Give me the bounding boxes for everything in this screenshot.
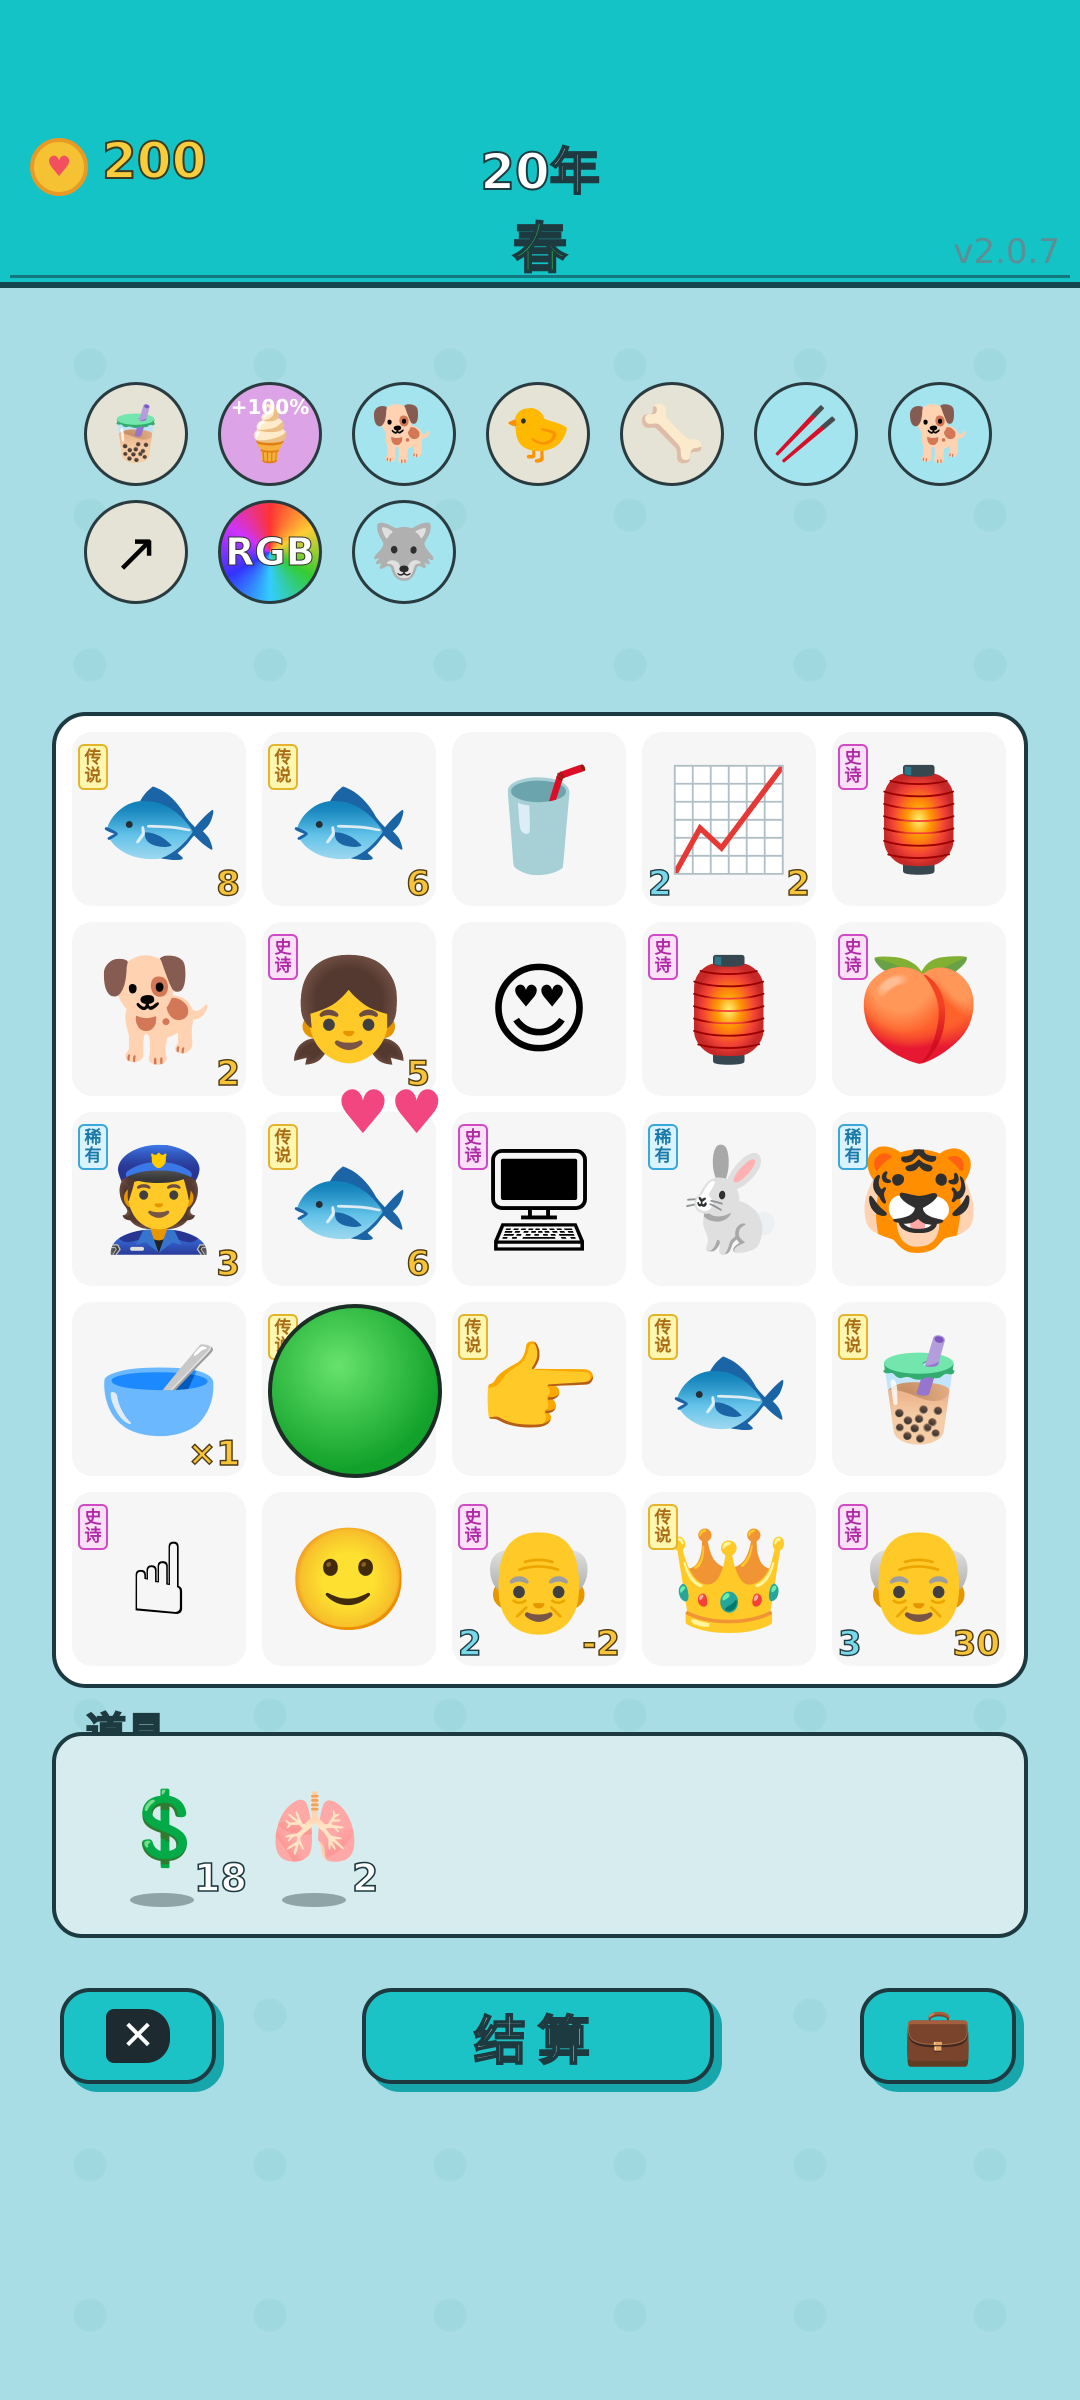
rarity-tag: 传说 — [648, 1504, 678, 1550]
board-slot[interactable]: 👉 传说 — [452, 1302, 626, 1476]
turn-counter: 3 — [837, 1623, 862, 1664]
rarity-tag: 史诗 — [268, 934, 298, 980]
board-slot[interactable]: 🐟 传说 — [642, 1302, 816, 1476]
liver-icon[interactable]: 🫁 — [270, 1786, 360, 1871]
turn-counter: 2 — [457, 1623, 482, 1664]
settle-button[interactable]: 结算 — [362, 1988, 714, 2084]
upgrade-arrow-icon[interactable]: ↗ — [84, 500, 188, 604]
board-slot[interactable]: 🏮 史诗 — [832, 732, 1006, 906]
rarity-tag: 史诗 — [648, 934, 678, 980]
board-slot[interactable]: 🍑 史诗 — [832, 922, 1006, 1096]
rarity-tag: 传说 — [268, 1124, 298, 1170]
top-bar: ♥ 200 20年 春 v2.0.7 — [0, 0, 1080, 288]
rarity-tag: 传说 — [648, 1314, 678, 1360]
rarity-tag: 史诗 — [78, 1504, 108, 1550]
board-slot[interactable]: 🖥 史诗 — [452, 1112, 626, 1286]
value-counter: 6 — [406, 863, 431, 904]
board-slot[interactable]: 🧋 传说 — [832, 1302, 1006, 1476]
crossed-sticks-icon[interactable]: 🥢 — [754, 382, 858, 486]
rarity-tag: 史诗 — [458, 1504, 488, 1550]
bubble-tea-icon[interactable]: 🧋 — [84, 382, 188, 486]
bubble-tea-boost-icon[interactable]: 🍦 +100% — [218, 382, 322, 486]
backpack-button[interactable]: 💼 — [860, 1988, 1016, 2084]
board-slot[interactable]: 🐟 传说 8 — [72, 732, 246, 906]
item-count: 2 — [351, 1855, 379, 1901]
season-label: 春 — [512, 216, 568, 281]
value-counter: 30 — [952, 1623, 1001, 1664]
rarity-tag: 稀有 — [838, 1124, 868, 1170]
soda-cup-icon: 🥤 — [476, 761, 602, 878]
rarity-tag: 传说 — [78, 744, 108, 790]
close-icon: ✕ — [106, 2009, 170, 2063]
item-shadow — [282, 1893, 346, 1907]
board-slot[interactable]: 👧 史诗 5 — [262, 922, 436, 1096]
plain-man-icon: 🙂 — [286, 1521, 412, 1638]
briefcase-icon: 💼 — [903, 2004, 973, 2069]
board-slot[interactable]: 🐇 稀有 — [642, 1112, 816, 1286]
rarity-tag: 史诗 — [838, 934, 868, 980]
cool-dog-icon[interactable]: 🐕 — [352, 382, 456, 486]
settle-label: 结算 — [473, 2011, 602, 2073]
board-slot[interactable]: 📈 2 2 — [642, 732, 816, 906]
watermelon-effect — [268, 1304, 442, 1478]
board-slot[interactable]: ☝ 史诗 — [72, 1492, 246, 1666]
item-shadow — [130, 1893, 194, 1907]
value-counter: 6 — [406, 1243, 431, 1284]
rarity-tag: 稀有 — [648, 1124, 678, 1170]
board-slot[interactable]: 😍 — [452, 922, 626, 1096]
rarity-tag: 传说 — [268, 744, 298, 790]
board-slot[interactable]: 🥤 — [452, 732, 626, 906]
board-slot[interactable]: 🏮 史诗 — [642, 922, 816, 1096]
rarity-tag: 稀有 — [78, 1124, 108, 1170]
rarity-tag: 传说 — [458, 1314, 488, 1360]
board-slot[interactable]: 👴 史诗 30 3 — [832, 1492, 1006, 1666]
relic-label: +100% — [230, 395, 310, 419]
value-counter: 8 — [216, 863, 241, 904]
board-slot[interactable]: 🥣 ×1 — [72, 1302, 246, 1476]
chick-egg-icon[interactable]: 🐤 — [486, 382, 590, 486]
board-slot[interactable]: 👮 稀有 3 — [72, 1112, 246, 1286]
board-slot[interactable]: 👴 史诗 -2 2 — [452, 1492, 626, 1666]
rarity-tag: 史诗 — [838, 1504, 868, 1550]
turn-counter: 2 — [647, 863, 672, 904]
cool-dog-icon[interactable]: 🐕 — [888, 382, 992, 486]
board-slot[interactable]: 🐕 2 — [72, 922, 246, 1096]
rarity-tag: 史诗 — [458, 1124, 488, 1170]
board-slot[interactable]: 👑 传说 — [642, 1492, 816, 1666]
value-counter: 3 — [216, 1243, 241, 1284]
rgb-ball-icon[interactable]: RGB — [218, 500, 322, 604]
hearts-effect: ♥♥ — [336, 1078, 444, 1148]
value-counter: -2 — [582, 1623, 621, 1664]
rarity-tag: 史诗 — [838, 744, 868, 790]
heart-eyes-man-icon: 😍 — [486, 951, 592, 1068]
relic-label: RGB — [225, 530, 315, 575]
value-counter: 2 — [216, 1053, 241, 1094]
item-count: 18 — [193, 1855, 247, 1901]
dog-bowl-icon[interactable]: 🦴 — [620, 382, 724, 486]
version-label: v2.0.7 — [953, 232, 1060, 272]
year-label: 20年 — [479, 142, 601, 202]
husky-heart-icon[interactable]: 🐺 — [352, 500, 456, 604]
board-slot[interactable]: 🙂 — [262, 1492, 436, 1666]
quit-button[interactable]: ✕ — [60, 1988, 216, 2084]
value-counter: ×1 — [187, 1433, 241, 1474]
board-slot[interactable]: 🐟 传说 6 — [262, 732, 436, 906]
value-counter: 2 — [786, 863, 811, 904]
rarity-tag: 传说 — [838, 1314, 868, 1360]
board-slot[interactable]: 🐯 稀有 — [832, 1112, 1006, 1286]
